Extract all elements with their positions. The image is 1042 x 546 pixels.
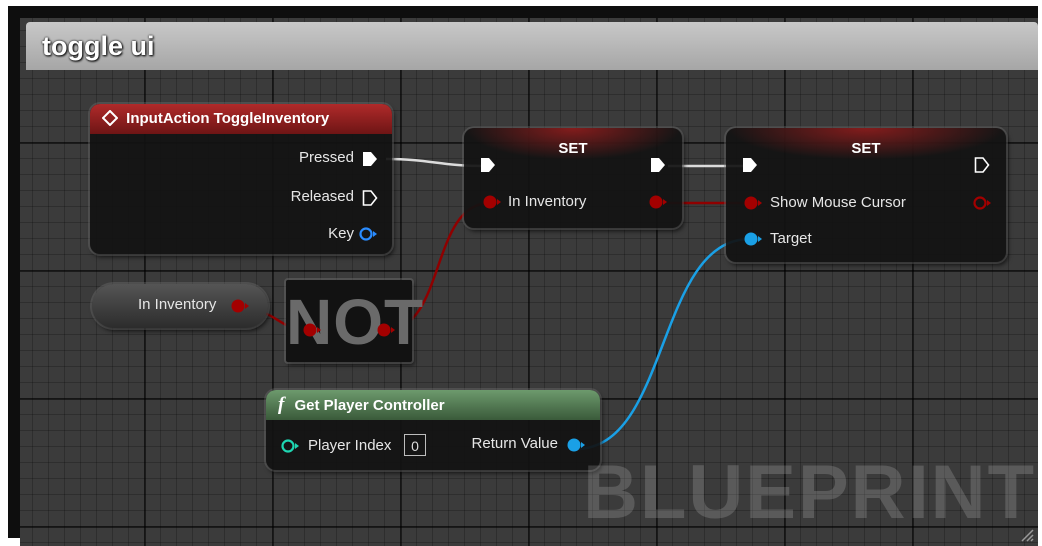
blueprint-watermark: BLUEPRINT	[583, 450, 1036, 535]
pressed-pin-label: Pressed	[298, 149, 354, 166]
set2-title: SET	[851, 140, 881, 157]
set2-bool-in-pin-icon[interactable]	[743, 195, 763, 211]
set1-title: SET	[558, 140, 588, 157]
set2-bool-out-pin-icon[interactable]	[972, 195, 992, 211]
get-player-controller-header: f Get Player Controller	[266, 390, 600, 420]
in-inventory-getter-node[interactable]: In Inventory	[92, 284, 268, 328]
set1-bool-in-pin-icon[interactable]	[482, 194, 502, 210]
set2-show-mouse-cursor-label: Show Mouse Cursor	[770, 194, 906, 211]
input-action-node[interactable]: InputAction ToggleInventory Pressed Rele…	[90, 104, 392, 254]
player-index-pin-icon[interactable]	[280, 438, 300, 454]
set-in-inventory-node[interactable]: SET In Inventory	[464, 128, 682, 228]
set1-exec-in-pin-icon[interactable]	[480, 156, 496, 174]
player-index-input[interactable]: 0	[404, 434, 426, 456]
input-action-title: InputAction ToggleInventory	[126, 110, 330, 127]
not-bool-out-pin-icon[interactable]	[376, 322, 396, 338]
key-struct-pin-icon[interactable]	[358, 226, 378, 242]
not-node[interactable]: NOT	[286, 280, 423, 362]
set2-exec-out-pin-icon[interactable]	[974, 156, 990, 174]
event-diamond-icon	[101, 109, 119, 127]
input-action-header: InputAction ToggleInventory	[90, 104, 392, 134]
set1-exec-out-pin-icon[interactable]	[650, 156, 666, 174]
return-value-label: Return Value	[471, 435, 558, 452]
set1-in-inventory-label: In Inventory	[508, 193, 587, 210]
set2-target-pin-icon[interactable]	[743, 231, 763, 247]
blueprint-graph-canvas[interactable]: toggle ui InputAction ToggleInventory Pr…	[20, 18, 1038, 546]
set2-exec-in-pin-icon[interactable]	[742, 156, 758, 174]
getter-bool-out-pin-icon[interactable]	[230, 298, 250, 314]
key-pin-label: Key	[328, 225, 354, 242]
set1-bool-out-pin-icon[interactable]	[648, 194, 668, 210]
object-wire-controller-to-target[interactable]	[575, 237, 751, 451]
blueprint-editor-frame: toggle ui InputAction ToggleInventory Pr…	[8, 6, 1038, 546]
released-pin-label: Released	[290, 188, 354, 205]
function-icon: f	[278, 394, 285, 415]
not-bool-in-pin-icon[interactable]	[302, 322, 322, 338]
set2-target-label: Target	[770, 230, 812, 247]
in-inventory-getter-label: In Inventory	[138, 296, 217, 313]
released-exec-pin-icon[interactable]	[362, 189, 378, 207]
set-show-mouse-cursor-node[interactable]: SET Show Mouse Cursor Target	[726, 128, 1006, 262]
player-index-label: Player Index	[308, 437, 392, 454]
get-player-controller-node[interactable]: f Get Player Controller Player Index 0 R…	[266, 390, 600, 470]
get-player-controller-title: Get Player Controller	[294, 397, 445, 414]
resize-grip-icon[interactable]	[1018, 526, 1034, 542]
pressed-exec-pin-icon[interactable]	[362, 150, 378, 168]
